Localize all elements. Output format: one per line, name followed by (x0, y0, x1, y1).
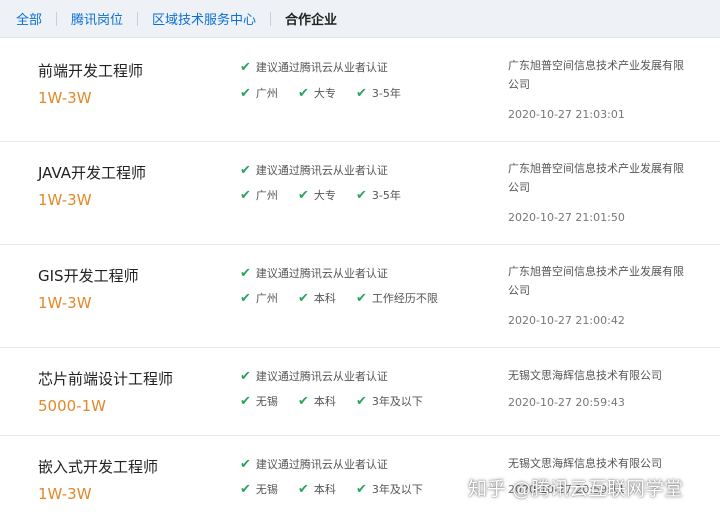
location-tag: ✔ 广州 (240, 187, 278, 203)
check-icon: ✔ (356, 85, 367, 101)
job-title[interactable]: JAVA开发工程师 (38, 162, 146, 183)
company-name[interactable]: 广东旭普空间信息技术产业发展有限公司 (508, 159, 690, 197)
location-tag: ✔ 广州 (240, 85, 278, 101)
tag-text: 广州 (255, 87, 278, 100)
cert-line: ✔ 建议通过腾讯云从业者认证 (240, 59, 388, 75)
post-time: 2020-10-27 20:59:43 (508, 396, 625, 409)
check-icon: ✔ (240, 290, 251, 306)
check-icon: ✔ (298, 85, 309, 101)
check-icon: ✔ (298, 290, 309, 306)
tag-line: ✔ 广州 ✔ 大专 ✔ 3-5年 (240, 187, 401, 203)
filter-tabs: 全部 腾讯岗位 区域技术服务中心 合作企业 (0, 0, 720, 38)
tag-text: 本科 (313, 292, 336, 305)
tag-text: 3年及以下 (371, 483, 423, 496)
tag-text: 大专 (313, 87, 336, 100)
education-tag: ✔ 本科 (298, 481, 336, 497)
experience-tag: ✔ 3年及以下 (356, 393, 423, 409)
job-salary: 1W-3W (38, 89, 92, 107)
experience-tag: ✔ 工作经历不限 (356, 290, 438, 306)
location-tag: ✔ 无锡 (240, 481, 278, 497)
job-title[interactable]: 嵌入式开发工程师 (38, 456, 158, 477)
job-row[interactable]: 前端开发工程师 1W-3W ✔ 建议通过腾讯云从业者认证 ✔ 广州 ✔ 大专 ✔ 3-… (0, 38, 720, 142)
check-icon: ✔ (298, 393, 309, 409)
check-icon: ✔ (298, 481, 309, 497)
tag-text: 无锡 (255, 483, 278, 496)
check-icon: ✔ (356, 290, 367, 306)
check-icon: ✔ (298, 187, 309, 203)
cert-line: ✔ 建议通过腾讯云从业者认证 (240, 368, 388, 384)
tag-line: ✔ 广州 ✔ 大专 ✔ 3-5年 (240, 85, 401, 101)
company-name[interactable]: 广东旭普空间信息技术产业发展有限公司 (508, 262, 690, 300)
tag-text: 广州 (255, 189, 278, 202)
education-tag: ✔ 大专 (298, 85, 336, 101)
job-row[interactable]: 芯片前端设计工程师 5000-1W ✔ 建议通过腾讯云从业者认证 ✔ 无锡 ✔ 本科… (0, 348, 720, 436)
check-icon: ✔ (240, 368, 251, 384)
location-tag: ✔ 广州 (240, 290, 278, 306)
job-title[interactable]: 芯片前端设计工程师 (38, 368, 173, 389)
check-icon: ✔ (356, 393, 367, 409)
tag-text: 3-5年 (371, 87, 401, 100)
location-tag: ✔ 无锡 (240, 393, 278, 409)
tag-text: 3年及以下 (371, 395, 423, 408)
tag-text: 3-5年 (371, 189, 401, 202)
experience-tag: ✔ 3年及以下 (356, 481, 423, 497)
check-icon: ✔ (240, 481, 251, 497)
job-row[interactable]: GIS开发工程师 1W-3W ✔ 建议通过腾讯云从业者认证 ✔ 广州 ✔ 本科 ✔ 工… (0, 245, 720, 348)
job-salary: 1W-3W (38, 485, 92, 503)
company-name[interactable]: 无锡文思海辉信息技术有限公司 (508, 454, 690, 473)
check-icon: ✔ (240, 187, 251, 203)
job-salary: 5000-1W (38, 397, 106, 415)
post-time: 2020-10-27 21:00:42 (508, 314, 625, 327)
check-icon: ✔ (356, 187, 367, 203)
check-icon: ✔ (240, 265, 251, 281)
cert-line: ✔ 建议通过腾讯云从业者认证 (240, 456, 388, 472)
tag-line: ✔ 无锡 ✔ 本科 ✔ 3年及以下 (240, 481, 423, 497)
education-tag: ✔ 本科 (298, 290, 336, 306)
tab-all[interactable]: 全部 (0, 9, 56, 28)
job-row[interactable]: JAVA开发工程师 1W-3W ✔ 建议通过腾讯云从业者认证 ✔ 广州 ✔ 大专 ✔… (0, 142, 720, 245)
company-name[interactable]: 广东旭普空间信息技术产业发展有限公司 (508, 56, 690, 94)
check-icon: ✔ (240, 393, 251, 409)
cert-text: 建议通过腾讯云从业者认证 (255, 164, 388, 177)
tab-tencent-jobs[interactable]: 腾讯岗位 (57, 9, 137, 28)
experience-tag: ✔ 3-5年 (356, 187, 401, 203)
tab-partner-companies[interactable]: 合作企业 (271, 9, 351, 28)
tag-text: 无锡 (255, 395, 278, 408)
tag-line: ✔ 无锡 ✔ 本科 ✔ 3年及以下 (240, 393, 423, 409)
tag-text: 大专 (313, 189, 336, 202)
job-title[interactable]: GIS开发工程师 (38, 265, 139, 286)
job-title[interactable]: 前端开发工程师 (38, 60, 143, 81)
check-icon: ✔ (356, 481, 367, 497)
education-tag: ✔ 本科 (298, 393, 336, 409)
education-tag: ✔ 大专 (298, 187, 336, 203)
experience-tag: ✔ 3-5年 (356, 85, 401, 101)
cert-line: ✔ 建议通过腾讯云从业者认证 (240, 265, 388, 281)
job-salary: 1W-3W (38, 191, 92, 209)
cert-text: 建议通过腾讯云从业者认证 (255, 370, 388, 383)
company-name[interactable]: 无锡文思海辉信息技术有限公司 (508, 366, 690, 385)
post-time: 2020-10-27 21:01:50 (508, 211, 625, 224)
check-icon: ✔ (240, 59, 251, 75)
check-icon: ✔ (240, 456, 251, 472)
cert-text: 建议通过腾讯云从业者认证 (255, 458, 388, 471)
check-icon: ✔ (240, 162, 251, 178)
tag-text: 本科 (313, 395, 336, 408)
tag-text: 广州 (255, 292, 278, 305)
cert-text: 建议通过腾讯云从业者认证 (255, 61, 388, 74)
job-salary: 1W-3W (38, 294, 92, 312)
watermark: 知乎 @腾讯云互联网学堂 (468, 478, 684, 500)
tag-line: ✔ 广州 ✔ 本科 ✔ 工作经历不限 (240, 290, 438, 306)
tab-regional-center[interactable]: 区域技术服务中心 (138, 9, 270, 28)
cert-text: 建议通过腾讯云从业者认证 (255, 267, 388, 280)
tag-text: 工作经历不限 (371, 292, 438, 305)
cert-line: ✔ 建议通过腾讯云从业者认证 (240, 162, 388, 178)
check-icon: ✔ (240, 85, 251, 101)
tag-text: 本科 (313, 483, 336, 496)
post-time: 2020-10-27 21:03:01 (508, 108, 625, 121)
